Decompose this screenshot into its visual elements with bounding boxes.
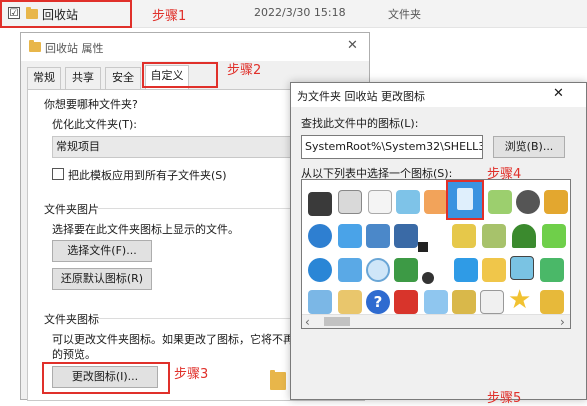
close-icon[interactable]: ✕ xyxy=(347,38,358,53)
selected-icon-box[interactable] xyxy=(446,180,484,220)
folder-type-question: 你想要哪种文件夹? xyxy=(44,98,138,111)
help-icon[interactable]: ? xyxy=(366,290,390,314)
document-clock-icon[interactable] xyxy=(368,190,392,214)
shortcut-icon[interactable] xyxy=(418,242,428,252)
monitor-icon[interactable] xyxy=(366,224,390,248)
tab-general[interactable]: 常规 xyxy=(27,67,61,89)
drive-icon[interactable] xyxy=(482,224,506,248)
grid-app-icon[interactable] xyxy=(488,190,512,214)
close-icon[interactable]: ✕ xyxy=(553,86,564,101)
scroll-right-icon[interactable]: › xyxy=(560,315,565,328)
horizontal-scrollbar[interactable]: ‹ › xyxy=(302,314,570,328)
folder-icon-desc: 可以更改文件夹图标。如果更改了图标，它将不再显示 xyxy=(52,333,316,346)
globe-cd-icon[interactable] xyxy=(308,258,332,282)
star-icon[interactable]: ★ xyxy=(508,286,531,314)
tiles-icon[interactable] xyxy=(338,290,362,314)
printer-icon[interactable] xyxy=(338,190,362,214)
library-icon[interactable] xyxy=(452,290,476,314)
docs-icon[interactable] xyxy=(480,290,504,314)
step2-label: 步骤2 xyxy=(227,63,262,78)
icon-path-input[interactable]: SystemRoot%\System32\SHELL32.dll xyxy=(301,135,483,159)
folder-pictures-desc: 选择要在此文件夹图标上显示的文件。 xyxy=(52,223,239,236)
network-drive-icon[interactable] xyxy=(452,224,476,248)
arrow-app-icon[interactable] xyxy=(424,190,448,214)
recycle-bin-icon xyxy=(457,188,473,210)
tab-security[interactable]: 安全 xyxy=(105,67,141,89)
step1-label: 步骤1 xyxy=(152,9,187,24)
row-date: 2022/3/30 15:18 xyxy=(254,6,346,19)
browse-button[interactable]: 浏览(B)... xyxy=(493,136,565,158)
search-icon[interactable] xyxy=(366,258,390,282)
restore-default-button[interactable]: 还原默认图标(R) xyxy=(52,268,152,290)
icon-list[interactable]: ? ★ ‹ › xyxy=(301,179,571,329)
change-icon-titlebar: 为文件夹 回收站 更改图标 ✕ xyxy=(291,83,586,107)
font-icon[interactable] xyxy=(482,258,506,282)
power-icon[interactable] xyxy=(394,290,418,314)
globe-icon[interactable] xyxy=(308,224,332,248)
row-checkbox[interactable]: ☑ xyxy=(8,7,20,19)
lock-icon[interactable] xyxy=(540,290,564,314)
optimize-label: 优化此文件夹(T): xyxy=(52,118,138,131)
cloud-icon[interactable] xyxy=(338,224,362,248)
optimize-value: 常规项目 xyxy=(56,140,100,153)
gear-window-icon[interactable] xyxy=(394,224,418,248)
tree-icon[interactable] xyxy=(512,224,536,248)
step2-highlight-box xyxy=(142,62,218,88)
row-name: 回收站 xyxy=(42,8,79,22)
explorer-file-row[interactable]: ☑ 回收站 步骤1 2022/3/30 15:18 文件夹 xyxy=(0,0,587,28)
clock-small-icon[interactable] xyxy=(422,272,434,284)
disk-icon[interactable] xyxy=(516,190,540,214)
row-type: 文件夹 xyxy=(388,8,421,21)
apply-subfolders-label: 把此模板应用到所有子文件夹(S) xyxy=(68,169,227,182)
laptop-icon[interactable] xyxy=(308,290,332,314)
arrows-icon[interactable] xyxy=(394,258,418,282)
step3-highlight-box xyxy=(42,362,170,394)
chip-icon[interactable] xyxy=(308,192,332,216)
folder-preview-icon xyxy=(270,370,286,390)
find-icon-label: 查找此文件中的图标(L): xyxy=(301,117,419,130)
window-icon[interactable] xyxy=(396,190,420,214)
step5-label: 步骤5 xyxy=(487,391,522,406)
tab-sharing[interactable]: 共享 xyxy=(65,67,101,89)
scroll-thumb[interactable] xyxy=(324,317,350,326)
folder-icon-desc-2: 的预览。 xyxy=(52,348,96,361)
recycle-small-icon[interactable] xyxy=(424,290,448,314)
blue-window-icon[interactable] xyxy=(454,258,478,282)
scroll-left-icon[interactable]: ‹ xyxy=(305,315,310,328)
folder-icon-label: 文件夹图标 xyxy=(44,313,99,326)
green-arrows-icon[interactable] xyxy=(540,258,564,282)
key-icon[interactable] xyxy=(544,190,568,214)
properties-titlebar: 回收站 属性 ✕ xyxy=(21,33,369,61)
change-icon-dialog: 为文件夹 回收站 更改图标 ✕ 查找此文件中的图标(L): SystemRoot… xyxy=(290,82,587,406)
properties-title: 回收站 属性 xyxy=(45,42,104,55)
folder-pictures-label: 文件夹图片 xyxy=(44,203,99,216)
choose-file-button[interactable]: 选择文件(F)... xyxy=(52,240,152,262)
change-icon-title: 为文件夹 回收站 更改图标 xyxy=(297,90,425,103)
monitor-stack-icon[interactable] xyxy=(510,256,534,280)
folder-icon xyxy=(26,7,38,19)
title-folder-icon xyxy=(29,40,41,52)
upload-icon[interactable] xyxy=(542,224,566,248)
step3-label: 步骤3 xyxy=(174,367,209,382)
apply-subfolders-checkbox[interactable] xyxy=(52,168,64,180)
network-icon[interactable] xyxy=(338,258,362,282)
